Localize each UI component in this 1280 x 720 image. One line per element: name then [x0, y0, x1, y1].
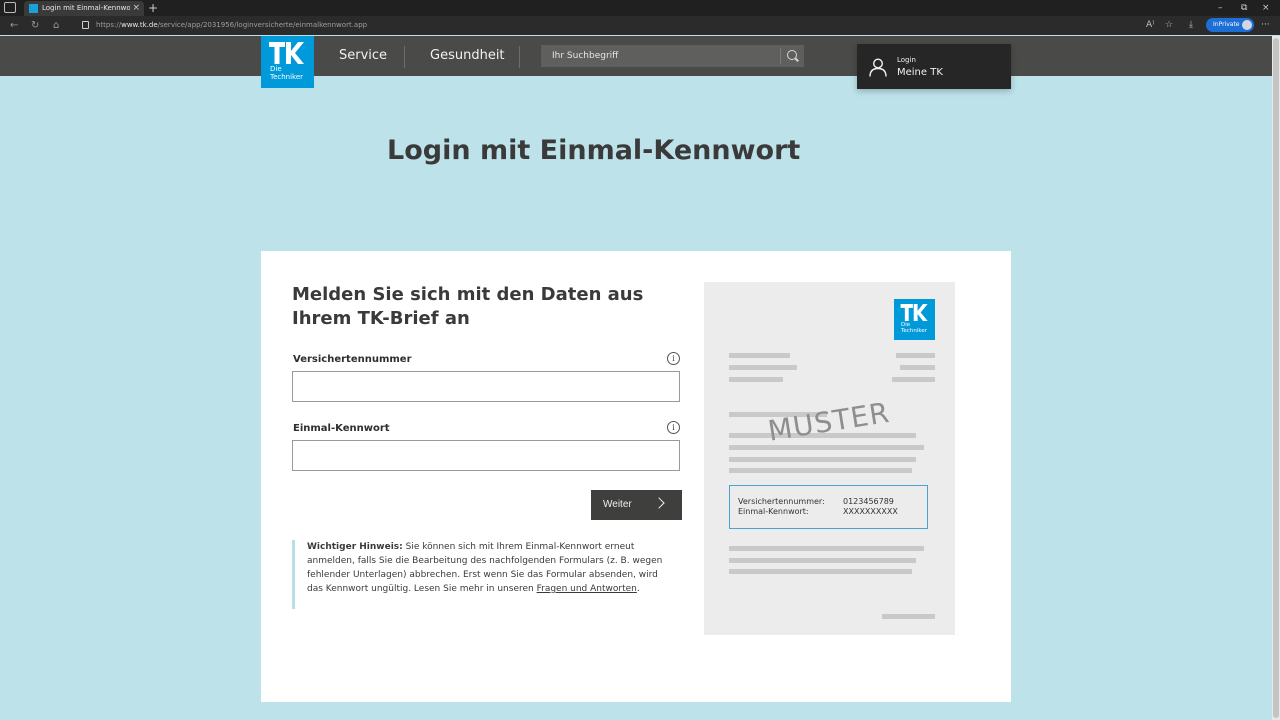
tk-logo[interactable]: Die Techniker — [261, 36, 314, 88]
sample-credentials-box: Versichertennummer: 0123456789 Einmal-Ke… — [729, 485, 928, 529]
search-divider — [780, 48, 781, 64]
nav-service[interactable]: Service — [339, 47, 387, 65]
letter-line — [729, 377, 783, 382]
search-input[interactable] — [541, 45, 780, 67]
versichertennummer-input[interactable] — [292, 371, 680, 402]
nav-gesundheit[interactable]: Gesundheit — [430, 47, 505, 65]
nav-divider — [404, 46, 405, 68]
meine-tk-label: Meine TK — [897, 67, 943, 78]
letter-logo-text: Die Techniker — [901, 322, 927, 334]
important-notice: Wichtiger Hinweis: Sie können sich mit I… — [292, 540, 672, 609]
tk-logo-mark-icon — [269, 42, 304, 64]
url-text: https://www.tk.de/service/app/2031956/lo… — [96, 21, 368, 29]
letter-line — [729, 445, 924, 450]
sample-label: Einmal-Kennwort: — [738, 507, 809, 516]
letter-line — [729, 468, 912, 473]
favorites-icon[interactable]: ☆ — [1165, 19, 1173, 32]
sample-letter: Die Techniker MUSTER Versichertennummer:… — [704, 282, 955, 635]
search-icon[interactable] — [787, 50, 797, 60]
page-title: Login mit Einmal-Kennwort — [387, 135, 801, 166]
browser-address-bar: ← ↻ ⌂ https://www.tk.de/service/app/2031… — [0, 16, 1280, 35]
info-icon[interactable]: i — [667, 421, 680, 434]
user-icon — [869, 58, 887, 77]
read-aloud-icon[interactable]: A⁾ — [1146, 19, 1154, 32]
muster-watermark: MUSTER — [765, 395, 893, 448]
refresh-icon[interactable]: ↻ — [31, 19, 39, 32]
inprivate-badge[interactable]: InPrivate — [1206, 18, 1254, 32]
browser-tab-bar: Login mit Einmal-Kennwort | Die × + – ⧉ … — [0, 0, 1280, 16]
profile-avatar-icon — [1242, 20, 1252, 30]
lock-icon[interactable] — [82, 21, 89, 29]
letter-line — [729, 365, 797, 370]
form-heading: Melden Sie sich mit den Daten aus Ihrem … — [292, 284, 644, 329]
weiter-label: Weiter — [603, 499, 632, 510]
page-scrollbar[interactable] — [1272, 36, 1280, 720]
tk-logo-mark-icon — [900, 304, 928, 321]
window-close-icon[interactable]: × — [1262, 1, 1270, 15]
minimize-icon[interactable]: – — [1218, 1, 1223, 15]
sample-label: Versichertennummer: — [738, 497, 825, 506]
home-icon[interactable]: ⌂ — [53, 19, 59, 32]
new-tab-icon[interactable]: + — [148, 0, 158, 16]
tk-favicon-icon — [29, 4, 38, 13]
back-icon[interactable]: ← — [10, 19, 18, 32]
weiter-button[interactable]: Weiter — [591, 490, 682, 520]
login-meine-tk-button[interactable]: Login Meine TK — [857, 44, 1011, 89]
tab-close-icon[interactable]: × — [132, 2, 140, 14]
login-label: Login — [897, 56, 916, 64]
letter-line — [729, 558, 916, 563]
einmal-kennwort-input[interactable] — [292, 440, 680, 471]
inprivate-label: InPrivate — [1213, 21, 1240, 28]
letter-line — [896, 353, 935, 358]
tk-logo-text: Die Techniker — [270, 65, 304, 81]
letter-line — [900, 365, 935, 370]
versichertennummer-label: Versichertennummer — [293, 354, 412, 365]
restore-icon[interactable]: ⧉ — [1241, 1, 1247, 15]
tab-title: Login mit Einmal-Kennwort | Die — [42, 4, 130, 12]
sample-value: 0123456789 — [843, 497, 894, 506]
tab-actions-icon[interactable] — [4, 2, 16, 13]
letter-line — [729, 546, 924, 551]
letter-line — [729, 569, 912, 574]
url-field[interactable]: https://www.tk.de/service/app/2031956/lo… — [76, 18, 1196, 33]
info-icon[interactable]: i — [667, 352, 680, 365]
letter-line — [882, 614, 935, 619]
scroll-thumb[interactable] — [1273, 38, 1279, 718]
letter-line — [729, 353, 790, 358]
letter-tk-logo: Die Techniker — [894, 299, 935, 340]
einmal-kennwort-label: Einmal-Kennwort — [293, 423, 390, 434]
downloads-icon[interactable]: ⤓ — [1189, 19, 1193, 32]
faq-link[interactable]: Fragen und Antworten — [537, 584, 637, 594]
letter-line — [729, 457, 916, 462]
notice-strong: Wichtiger Hinweis: — [307, 542, 403, 552]
browser-menu-icon[interactable]: ··· — [1261, 19, 1270, 32]
nav-divider — [519, 46, 520, 68]
notice-end: . — [636, 584, 640, 594]
login-card: Melden Sie sich mit den Daten aus Ihrem … — [261, 251, 1011, 702]
letter-line — [892, 377, 935, 382]
chevron-right-icon — [653, 497, 665, 509]
site-search — [541, 45, 804, 67]
sample-value: XXXXXXXXXX — [843, 507, 898, 516]
browser-tab[interactable]: Login mit Einmal-Kennwort | Die × — [24, 1, 144, 16]
